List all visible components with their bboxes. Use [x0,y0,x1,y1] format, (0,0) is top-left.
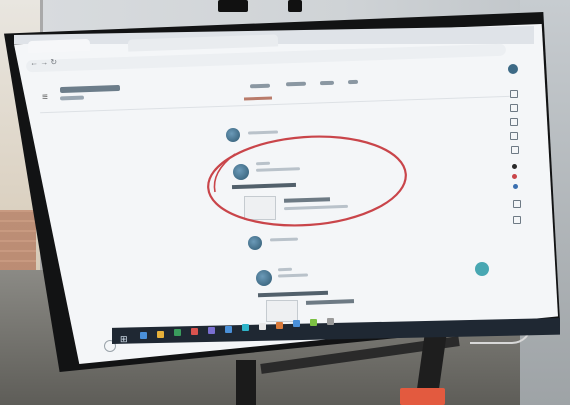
taskbar-app-icon[interactable] [327,317,334,325]
tab-grades[interactable] [347,79,359,85]
avatar [256,270,272,286]
redo-icon[interactable] [513,216,521,224]
attachment-thumbnail[interactable] [266,300,298,322]
camera-mount [288,0,302,12]
pen-tool-icon[interactable] [510,90,518,98]
taskbar-app-icon[interactable] [259,322,266,330]
red-object [400,388,445,405]
color-swatch[interactable] [512,164,517,169]
taskbar-app-icon[interactable] [242,324,249,332]
add-icon[interactable] [475,262,489,276]
text-tool-icon[interactable] [511,146,519,154]
annotation-stroke [207,135,407,227]
color-swatch[interactable] [512,174,517,179]
taskbar-app-icon[interactable] [293,320,300,328]
avatar [248,236,262,250]
taskbar-app-icon[interactable] [310,319,317,326]
taskbar-app-icon[interactable] [191,328,198,336]
taskbar-app-icon[interactable] [276,321,283,329]
undo-icon[interactable] [513,200,521,208]
menu-icon[interactable]: ≡ [42,92,48,103]
taskbar-app-icon[interactable] [157,330,164,338]
whiteboard-toolbar [508,84,522,234]
windows-start-icon[interactable]: ⊞ [120,334,128,345]
tab-people[interactable] [319,80,335,86]
select-tool-icon[interactable] [510,118,518,126]
browser-nav-icons[interactable]: ← → ↻ [30,58,57,68]
taskbar-app-icon[interactable] [225,325,232,333]
annotation-circle [207,135,407,227]
camera-mount [218,0,248,12]
tab-classwork[interactable] [285,81,307,87]
brick-wall [0,210,36,270]
tab-stream[interactable] [249,83,271,89]
taskbar-app-icon[interactable] [208,326,215,334]
browser-tab[interactable] [27,38,91,54]
taskbar-app-icon[interactable] [174,329,181,337]
taskbar-app-icon[interactable] [140,332,147,339]
annotation-stroke [213,153,236,193]
account-avatar[interactable] [508,64,518,74]
shape-tool-icon[interactable] [510,132,518,140]
post-author [277,267,293,272]
class-subtitle [59,95,85,101]
eraser-tool-icon[interactable] [510,104,518,112]
color-swatch[interactable] [513,184,518,189]
stand-leg [236,360,256,405]
